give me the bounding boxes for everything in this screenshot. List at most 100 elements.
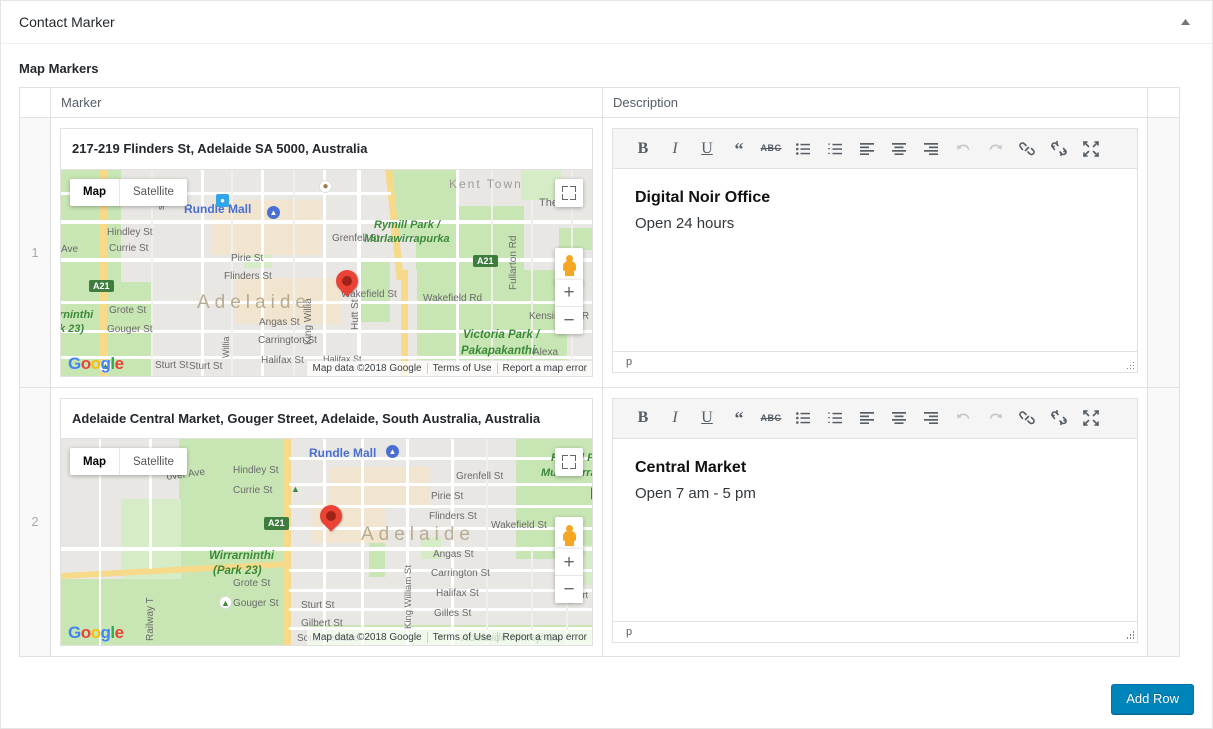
blockquote-button[interactable]: “ — [723, 134, 755, 164]
strikethrough-button[interactable]: ABC — [755, 403, 787, 433]
report-map-error-link[interactable]: Report a map error — [496, 362, 592, 374]
bullet-list-button[interactable] — [787, 403, 819, 433]
bullet-list-button[interactable] — [787, 134, 819, 164]
fullscreen-icon[interactable] — [555, 178, 583, 207]
add-row-button[interactable]: Add Row — [1111, 684, 1194, 714]
align-center-button[interactable] — [883, 403, 915, 433]
align-right-button[interactable] — [915, 403, 947, 433]
map-attribution: Map data ©2018 Google Terms of Use Repor… — [307, 360, 592, 376]
field-label-map-markers: Map Markers — [19, 61, 99, 76]
wysiwyg-editor: B I U “ ABC — [612, 128, 1138, 373]
chevron-up-icon[interactable] — [1170, 7, 1200, 37]
road-shield-a21: A21 — [473, 254, 498, 268]
bold-button[interactable]: B — [627, 134, 659, 164]
editor-toolbar: B I U “ ABC — [613, 398, 1137, 439]
align-right-button[interactable] — [915, 134, 947, 164]
zoom-control[interactable]: + − — [555, 549, 583, 604]
editor-resize-handle[interactable] — [1125, 630, 1134, 639]
map-type-control[interactable]: Map Satellite — [70, 448, 187, 476]
map-type-map[interactable]: Map — [70, 179, 119, 206]
map-label: Rymill Park / — [374, 218, 441, 231]
map-label: Flinders St — [429, 511, 477, 523]
transit-icon: ▲ — [267, 205, 280, 219]
map-label: Rundle Mall — [309, 446, 377, 461]
table-row: 2 Adelaide Central Market, Gouger Street… — [20, 387, 1179, 657]
row-actions-cell[interactable] — [1148, 118, 1179, 388]
redo-button[interactable] — [979, 403, 1011, 433]
terms-of-use-link[interactable]: Terms of Use — [426, 632, 497, 644]
map-type-satellite[interactable]: Satellite — [119, 178, 187, 206]
map-address-input[interactable]: 217-219 Flinders St, Adelaide SA 5000, A… — [61, 129, 592, 170]
blockquote-button[interactable]: “ — [723, 403, 755, 433]
editor-status-bar: p — [613, 351, 1137, 372]
bold-button[interactable]: B — [627, 403, 659, 433]
map-label: King Willia — [303, 297, 314, 345]
page-title: Contact Marker — [19, 14, 115, 30]
map-canvas[interactable]: Rundle Mall Hindley St Currie St over Av… — [61, 439, 592, 646]
redo-button[interactable] — [979, 134, 1011, 164]
numbered-list-button[interactable] — [819, 134, 851, 164]
map-type-control[interactable]: Map Satellite — [70, 178, 187, 206]
align-left-button[interactable] — [851, 134, 883, 164]
italic-button[interactable]: I — [659, 403, 691, 433]
map-label: (Park 23) — [213, 565, 262, 578]
row-actions-cell[interactable] — [1148, 387, 1179, 657]
underline-button[interactable]: U — [691, 134, 723, 164]
map-markers-repeater-table: Marker Description 1 217-219 Flinders St… — [19, 87, 1180, 658]
google-map-field: 217-219 Flinders St, Adelaide SA 5000, A… — [60, 128, 593, 377]
row-marker-cell: 217-219 Flinders St, Adelaide SA 5000, A… — [51, 118, 603, 388]
editor-content-area[interactable]: Digital Noir Office Open 24 hours — [613, 169, 1137, 351]
map-label: Currie St — [233, 485, 273, 497]
editor-paragraph: Open 7 am - 5 pm — [635, 484, 756, 502]
contact-marker-panel: Contact Marker Map Markers Marker Descri… — [0, 0, 1213, 729]
unlink-icon[interactable] — [1043, 134, 1075, 164]
fullscreen-expand-icon[interactable] — [1075, 403, 1107, 433]
undo-button[interactable] — [947, 403, 979, 433]
panel-body: Map Markers Marker Description 1 217-219… — [1, 44, 1212, 672]
align-center-button[interactable] — [883, 134, 915, 164]
map-type-map[interactable]: Map — [70, 448, 119, 475]
numbered-list-button[interactable] — [819, 403, 851, 433]
zoom-out-button[interactable]: − — [555, 576, 583, 603]
table-head: Marker Description — [20, 88, 1179, 118]
map-canvas[interactable]: Kent Town The Pa Rundle Mall Hindley St … — [61, 169, 592, 376]
strikethrough-button[interactable]: ABC — [755, 134, 787, 164]
map-type-satellite[interactable]: Satellite — [119, 448, 187, 476]
editor-heading: Digital Noir Office — [635, 189, 771, 206]
road-shield-a21: A21 — [89, 279, 114, 293]
terms-of-use-link[interactable]: Terms of Use — [426, 362, 497, 374]
zoom-control[interactable]: + − — [555, 279, 583, 334]
map-label: Pirie St — [231, 252, 264, 264]
map-label: Murlawirrapurka — [364, 232, 450, 245]
fullscreen-expand-icon[interactable] — [1075, 134, 1107, 164]
report-map-error-link[interactable]: Report a map error — [496, 632, 592, 644]
map-label: Pirie St — [431, 491, 464, 503]
fullscreen-icon[interactable] — [555, 448, 583, 477]
link-icon[interactable] — [1011, 134, 1043, 164]
street-view-pegman-icon[interactable] — [555, 517, 583, 554]
link-icon[interactable] — [1011, 403, 1043, 433]
zoom-in-button[interactable]: + — [555, 280, 583, 307]
align-left-button[interactable] — [851, 403, 883, 433]
street-view-pegman-icon[interactable] — [555, 247, 583, 284]
unlink-icon[interactable] — [1043, 403, 1075, 433]
editor-status-bar: p — [613, 620, 1137, 642]
map-address-input[interactable]: Adelaide Central Market, Gouger Street, … — [61, 399, 592, 440]
zoom-in-button[interactable]: + — [555, 549, 583, 577]
map-label: Adelaide — [197, 291, 311, 313]
map-label: Fullarton Rd — [508, 235, 519, 290]
underline-button[interactable]: U — [691, 403, 723, 433]
editor-resize-handle[interactable] — [1125, 360, 1134, 369]
table-header-row: Marker Description — [20, 88, 1179, 118]
undo-button[interactable] — [947, 134, 979, 164]
editor-content-area[interactable]: Central Market Open 7 am - 5 pm — [613, 438, 1137, 621]
map-label: Wakefield St — [491, 520, 547, 532]
zoom-out-button[interactable]: − — [555, 307, 583, 334]
road-shield-a21: A21 — [264, 517, 289, 530]
panel-header: Contact Marker — [1, 1, 1212, 44]
italic-button[interactable]: I — [659, 134, 691, 164]
map-label: Gilles St — [434, 608, 472, 620]
map-label: Railway T — [145, 597, 156, 642]
column-header-marker: Marker — [51, 88, 603, 118]
map-label: Kent Town — [449, 176, 523, 191]
